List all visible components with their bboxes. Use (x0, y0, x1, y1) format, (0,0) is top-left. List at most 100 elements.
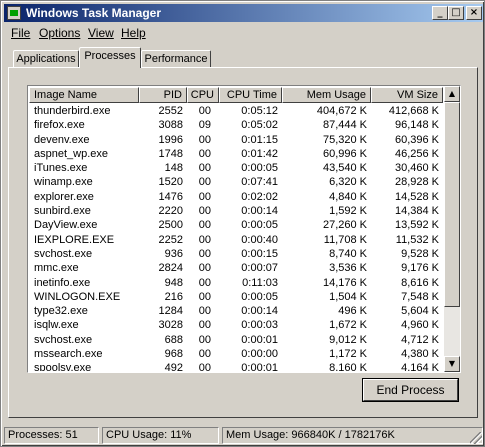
cell-cpu-time: 0:05:02 (241, 119, 278, 132)
table-row[interactable]: DayView.exe 2500 00 0:00:05 27,260 K 13,592 K (29, 218, 443, 232)
cell-cpu-time: 0:00:07 (241, 262, 278, 275)
column-pid[interactable]: PID (139, 87, 187, 103)
cell-cpu: 00 (198, 247, 211, 260)
close-button[interactable]: × (466, 6, 482, 20)
cell-pid: 492 (164, 362, 183, 371)
maximize-button[interactable]: □ (448, 6, 464, 20)
column-cpu-time[interactable]: CPU Time (219, 87, 282, 103)
cell-cpu-time: 0:00:05 (241, 162, 278, 175)
menu-options[interactable]: Options (39, 26, 80, 40)
cell-cpu: 00 (198, 190, 211, 203)
title-bar[interactable]: Windows Task Manager _ □ × (4, 4, 483, 22)
table-row[interactable]: firefox.exe 3088 09 0:05:02 87,444 K 96,148 K (29, 118, 443, 132)
cell-mem-usage: 60,996 K (322, 147, 367, 160)
cell-image-name: DayView.exe (34, 219, 98, 232)
scroll-up-arrow-icon[interactable]: ▲ (444, 86, 460, 102)
cell-image-name: explorer.exe (34, 190, 94, 203)
table-row[interactable]: type32.exe 1284 00 0:00:14 496 K 5,604 K (29, 304, 443, 318)
scroll-thumb[interactable] (444, 102, 460, 307)
cell-pid: 2252 (158, 233, 183, 246)
table-row[interactable]: explorer.exe 1476 00 0:02:02 4,840 K 14,528 K (29, 190, 443, 204)
menu-file[interactable]: File (11, 26, 30, 40)
cell-image-name: aspnet_wp.exe (34, 147, 108, 160)
table-row[interactable]: spoolsv.exe 492 00 0:00:01 8,160 K 4,164 K (29, 361, 443, 371)
end-process-button[interactable]: End Process (362, 378, 459, 402)
cell-pid: 948 (164, 276, 183, 289)
tab-processes[interactable]: Processes (79, 47, 141, 68)
table-row[interactable]: winamp.exe 1520 00 0:07:41 6,320 K 28,928 K (29, 175, 443, 189)
cell-image-name: thunderbird.exe (34, 105, 111, 117)
cell-mem-usage: 1,172 K (329, 348, 367, 361)
cell-image-name: inetinfo.exe (34, 276, 91, 289)
cell-mem-usage: 4,840 K (329, 190, 367, 203)
resize-grip-icon[interactable] (470, 432, 482, 444)
table-row[interactable]: iTunes.exe 148 00 0:00:05 43,540 K 30,460 K (29, 161, 443, 175)
cell-pid: 216 (164, 290, 183, 303)
tab-performance[interactable]: Performance (141, 50, 211, 68)
cell-vm-size: 4,712 K (401, 333, 439, 346)
cell-cpu: 00 (198, 305, 211, 318)
cell-cpu-time: 0:00:15 (241, 247, 278, 260)
cell-cpu-time: 0:00:14 (241, 305, 278, 318)
table-row[interactable]: WINLOGON.EXE 216 00 0:00:05 1,504 K 7,548 K (29, 290, 443, 304)
cell-image-name: isqlw.exe (34, 319, 79, 332)
cell-image-name: svchost.exe (34, 333, 93, 346)
status-bar: Processes: 51 CPU Usage: 11% Mem Usage: … (4, 427, 483, 445)
cell-image-name: mssearch.exe (34, 348, 103, 361)
cell-cpu-time: 0:01:42 (241, 147, 278, 160)
menu-view[interactable]: View (88, 26, 114, 40)
menu-help[interactable]: Help (121, 26, 146, 40)
cell-image-name: IEXPLORE.EXE (34, 233, 115, 246)
cell-cpu: 00 (198, 319, 211, 332)
status-mem-usage: Mem Usage: 966840K / 1782176K (222, 427, 483, 444)
cell-mem-usage: 8,740 K (329, 247, 367, 260)
table-row[interactable]: svchost.exe 936 00 0:00:15 8,740 K 9,528 K (29, 247, 443, 261)
process-list-view: Image Name PID CPU CPU Time Mem Usage VM… (29, 87, 443, 371)
table-row[interactable]: inetinfo.exe 948 00 0:11:03 14,176 K 8,616 K (29, 276, 443, 290)
table-row[interactable]: aspnet_wp.exe 1748 00 0:01:42 60,996 K 46,256… (29, 147, 443, 161)
cell-cpu-time: 0:00:40 (241, 233, 278, 246)
cell-mem-usage: 1,504 K (329, 290, 367, 303)
cell-image-name: devenv.exe (34, 133, 90, 146)
cell-image-name: mmc.exe (34, 262, 79, 275)
table-row[interactable]: svchost.exe 688 00 0:00:01 9,012 K 4,712 K (29, 333, 443, 347)
cell-cpu: 00 (198, 233, 211, 246)
cell-cpu: 00 (198, 348, 211, 361)
cell-cpu-time: 0:01:15 (241, 133, 278, 146)
column-cpu[interactable]: CPU (187, 87, 219, 103)
cell-vm-size: 4,380 K (401, 348, 439, 361)
table-row[interactable]: mssearch.exe 968 00 0:00:00 1,172 K 4,380 K (29, 347, 443, 361)
table-row[interactable]: isqlw.exe 3028 00 0:00:03 1,672 K 4,960 K (29, 318, 443, 332)
cell-cpu: 00 (198, 262, 211, 275)
minimize-button[interactable]: _ (432, 6, 448, 20)
cell-vm-size: 7,548 K (401, 290, 439, 303)
cell-cpu: 00 (198, 133, 211, 146)
column-vm-size[interactable]: VM Size (371, 87, 443, 103)
cell-vm-size: 9,176 K (401, 262, 439, 275)
table-row[interactable]: thunderbird.exe 2552 00 0:05:12 404,672 K 412… (29, 104, 443, 118)
column-mem-usage[interactable]: Mem Usage (282, 87, 371, 103)
scroll-down-arrow-icon[interactable]: ▼ (444, 356, 460, 372)
cell-image-name: WINLOGON.EXE (34, 290, 121, 303)
table-row[interactable]: sunbird.exe 2220 00 0:00:14 1,592 K 14,384 K (29, 204, 443, 218)
status-cpu-usage: CPU Usage: 11% (102, 427, 219, 444)
column-image-name[interactable]: Image Name (29, 87, 139, 103)
table-row[interactable]: IEXPLORE.EXE 2252 00 0:00:40 11,708 K 11,532 … (29, 233, 443, 247)
cell-vm-size: 14,528 K (394, 190, 439, 203)
vertical-scrollbar[interactable]: ▲ ▼ (444, 86, 460, 372)
cell-pid: 1520 (158, 176, 183, 189)
task-manager-window: Windows Task Manager _ □ × File Options … (0, 0, 485, 447)
status-processes: Processes: 51 (4, 427, 99, 444)
table-row[interactable]: mmc.exe 2824 00 0:00:07 3,536 K 9,176 K (29, 261, 443, 275)
table-row[interactable]: devenv.exe 1996 00 0:01:15 75,320 K 60,396 K (29, 133, 443, 147)
cell-pid: 2500 (158, 219, 183, 232)
tab-applications[interactable]: Applications (13, 50, 79, 68)
cell-image-name: spoolsv.exe (34, 362, 92, 371)
cell-cpu-time: 0:00:05 (241, 290, 278, 303)
cell-image-name: sunbird.exe (34, 205, 91, 218)
process-list[interactable]: Image Name PID CPU CPU Time Mem Usage VM… (27, 85, 461, 373)
cell-cpu-time: 0:11:03 (242, 276, 278, 289)
cell-vm-size: 46,256 K (394, 147, 439, 160)
cell-mem-usage: 404,672 K (316, 105, 367, 117)
window-title: Windows Task Manager (26, 6, 162, 20)
